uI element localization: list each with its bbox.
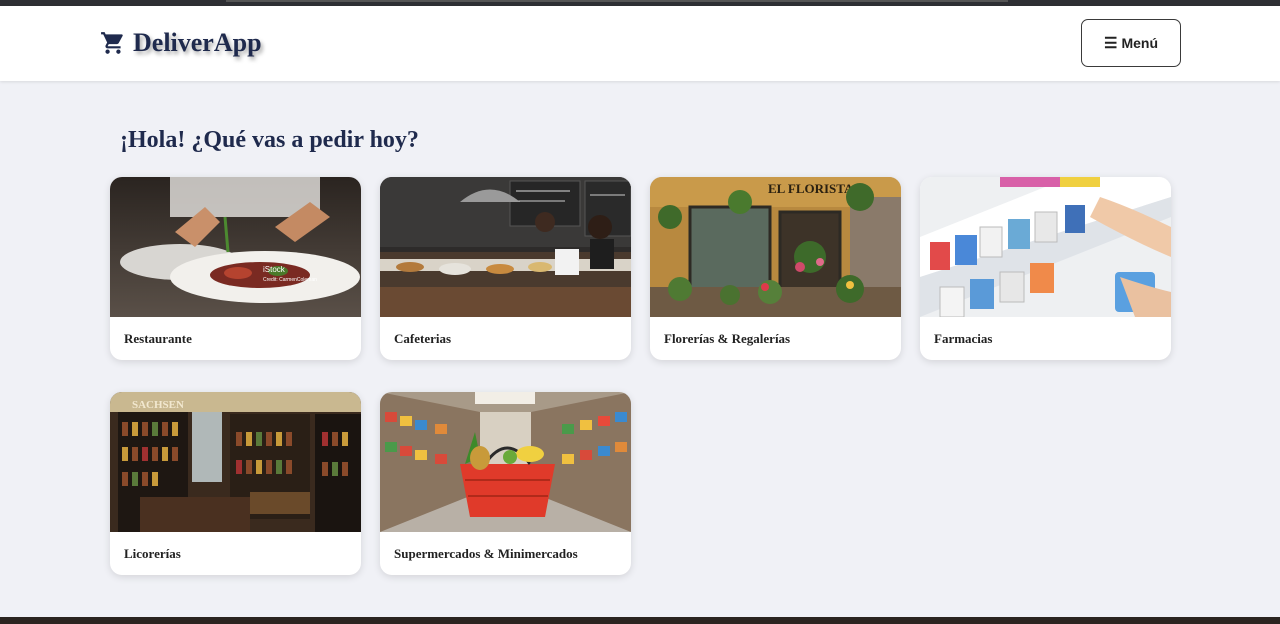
shopping-cart-icon	[101, 32, 123, 54]
menu-button[interactable]: ☰ Menú	[1081, 19, 1181, 67]
istock-credit: Credit: CarmenColeman	[263, 277, 317, 283]
category-image-licorerias: SACHSEN	[110, 392, 361, 532]
category-card-licorerias[interactable]: SACHSEN Licorerías	[110, 392, 361, 575]
florist-sign: EL FLORISTA	[768, 181, 854, 196]
category-card-cafeterias[interactable]: Cafeterias	[380, 177, 631, 360]
category-card-farmacias[interactable]: Farmacias	[920, 177, 1171, 360]
category-label: Farmacias	[934, 331, 993, 346]
menu-button-label: Menú	[1121, 35, 1158, 51]
category-label: Licorerías	[124, 546, 181, 561]
category-label: Florerías & Regalerías	[664, 331, 791, 346]
brand-name: DeliverApp	[133, 28, 262, 57]
category-image-restaurante: iStock Credit: CarmenColeman	[110, 177, 361, 317]
category-label: Supermercados & Minimercados	[394, 546, 578, 561]
footer-strip	[0, 617, 1280, 624]
category-label: Cafeterias	[394, 331, 452, 346]
navbar: DeliverApp ☰ Menú	[0, 6, 1280, 81]
category-label: Restaurante	[124, 331, 192, 346]
hamburger-icon: ☰	[1103, 35, 1118, 52]
category-card-florerias[interactable]: EL FLORISTA Florerías & Regalerías	[650, 177, 901, 360]
greeting-heading: ¡Hola! ¿Qué vas a pedir hoy?	[120, 127, 419, 153]
liquor-store-sign: SACHSEN	[132, 399, 184, 411]
brand-logo[interactable]: DeliverApp	[100, 26, 262, 60]
category-card-restaurante[interactable]: iStock Credit: CarmenColeman Restaurante	[110, 177, 361, 360]
category-image-farmacias	[920, 177, 1171, 317]
category-image-cafeterias	[380, 177, 631, 317]
category-image-florerias: EL FLORISTA	[650, 177, 901, 317]
istock-watermark: iStock	[263, 265, 286, 274]
category-card-supermercados[interactable]: Supermercados & Minimercados	[380, 392, 631, 575]
category-image-supermercados	[380, 392, 631, 532]
